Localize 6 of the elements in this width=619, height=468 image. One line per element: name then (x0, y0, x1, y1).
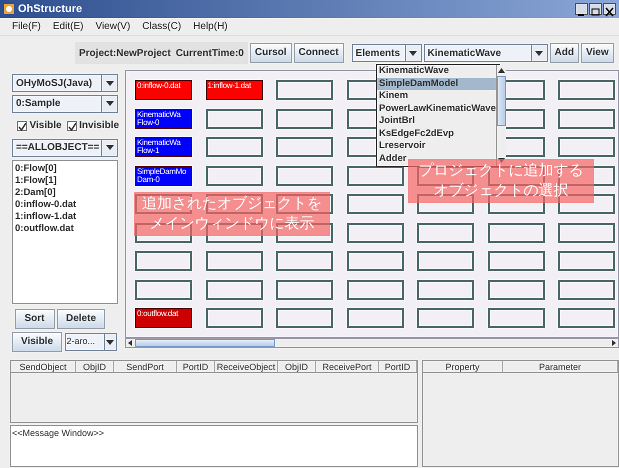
project-label: Project:NewProject (79, 46, 171, 60)
annotation-tooltip: 追加されたオブジェクトを メインウィンドウに表示 (134, 192, 330, 236)
window-title: OhStructure (18, 2, 82, 17)
message-window: <<Message Window>> (10, 425, 418, 467)
annotation-tooltip: プロジェクトに追加する オブジェクトの選択 (408, 159, 594, 203)
current-time-label: CurrentTime:0 (176, 46, 244, 60)
